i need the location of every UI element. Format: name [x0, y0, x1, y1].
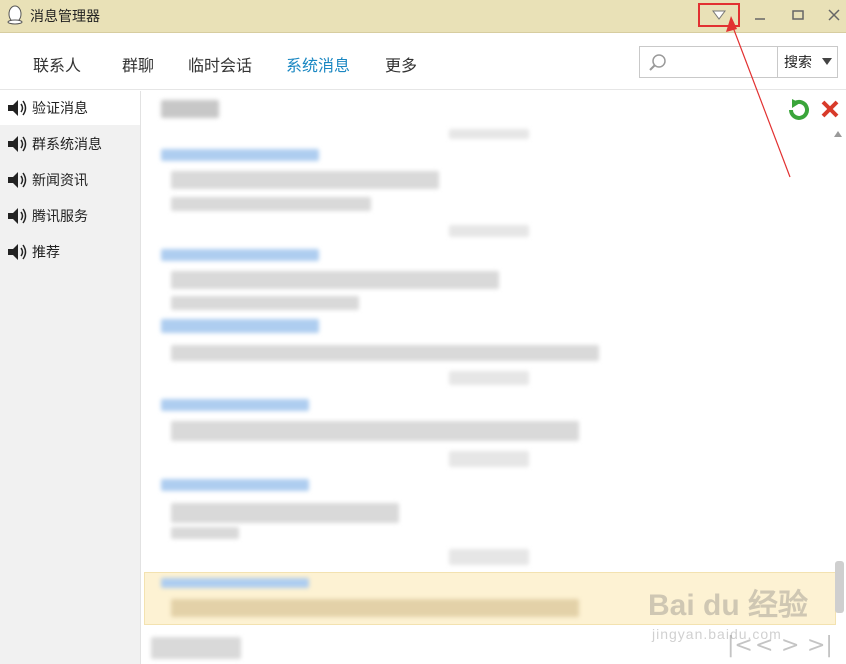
window-title: 消息管理器 — [30, 9, 100, 25]
blurred-timestamp — [449, 371, 529, 385]
sidebar-item-recommend[interactable]: 推荐 — [0, 235, 140, 269]
search-button-label: 搜索 — [784, 55, 812, 71]
blurred-message — [171, 345, 599, 361]
sidebar-item-label: 验证消息 — [32, 101, 88, 117]
blurred-timestamp — [449, 225, 529, 237]
close-icon — [828, 9, 840, 21]
sidebar: 验证消息 群系统消息 新闻资讯 腾讯服务 推荐 — [0, 91, 141, 664]
speaker-icon — [8, 172, 27, 188]
sidebar-item-tencent-service[interactable]: 腾讯服务 — [0, 199, 140, 233]
sidebar-item-group-system[interactable]: 群系统消息 — [0, 127, 140, 161]
blurred-sender — [161, 149, 319, 161]
search-input[interactable] — [672, 51, 772, 73]
title-bar: 消息管理器 — [0, 0, 846, 33]
tab-group-chat[interactable]: 群聊 — [122, 52, 154, 76]
maximize-icon — [792, 10, 804, 20]
blurred-sender — [161, 319, 319, 333]
sidebar-item-label: 腾讯服务 — [32, 209, 88, 225]
sidebar-item-label: 群系统消息 — [32, 137, 102, 153]
blurred-message — [171, 421, 579, 441]
minimize-icon — [755, 18, 765, 20]
blurred-sender — [161, 578, 309, 588]
blurred-message — [171, 271, 499, 289]
maximize-button[interactable] — [784, 3, 812, 27]
blurred-timestamp — [449, 549, 529, 565]
tab-temp-session[interactable]: 临时会话 — [188, 52, 252, 76]
tab-bar: 联系人 群聊 临时会话 系统消息 更多 搜索 — [0, 34, 846, 90]
blurred-sender — [161, 399, 309, 411]
tab-system-messages[interactable]: 系统消息 — [286, 52, 350, 76]
speaker-icon — [8, 136, 27, 152]
refresh-icon[interactable] — [787, 98, 811, 120]
speaker-icon — [8, 244, 27, 260]
blurred-text — [161, 100, 219, 118]
speaker-icon — [8, 100, 27, 116]
speaker-icon — [8, 208, 27, 224]
blurred-message — [171, 503, 399, 523]
blurred-message — [171, 527, 239, 539]
sidebar-item-label: 推荐 — [32, 245, 60, 261]
blurred-message — [171, 599, 579, 617]
sidebar-item-verification[interactable]: 验证消息 — [0, 91, 140, 125]
scroll-up-arrow[interactable] — [834, 131, 842, 137]
blurred-sender — [161, 249, 319, 261]
watermark-url: jingyan.baidu.com — [652, 626, 782, 642]
search-icon — [649, 54, 666, 71]
blurred-timestamp — [449, 451, 529, 467]
blurred-message — [171, 296, 359, 310]
watermark-brand: Bai du 经验 — [648, 589, 809, 622]
blurred-sender — [161, 479, 309, 491]
blurred-message — [171, 197, 371, 211]
sidebar-item-label: 新闻资讯 — [32, 173, 88, 189]
menu-dropdown-button[interactable] — [698, 3, 740, 27]
sidebar-item-news[interactable]: 新闻资讯 — [0, 163, 140, 197]
blurred-text — [151, 637, 241, 659]
tab-more[interactable]: 更多 — [385, 52, 417, 76]
baidu-watermark: Bai du 经验 jingyan.baidu.com — [640, 574, 840, 664]
blurred-timestamp — [449, 129, 529, 139]
qq-penguin-icon — [7, 5, 23, 25]
delete-icon[interactable] — [819, 98, 841, 120]
triangle-down-icon — [712, 10, 726, 20]
tab-contacts[interactable]: 联系人 — [33, 52, 81, 76]
minimize-button[interactable] — [746, 3, 774, 27]
search-box: 搜索 — [639, 46, 838, 78]
chevron-down-icon[interactable] — [822, 58, 832, 65]
search-button[interactable]: 搜索 — [777, 47, 838, 77]
close-button[interactable] — [820, 3, 846, 27]
blurred-message — [171, 171, 439, 189]
